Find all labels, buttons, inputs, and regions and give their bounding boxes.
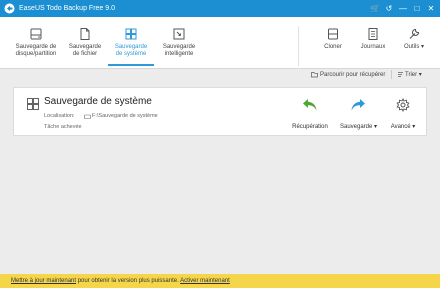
app-title: EaseUS Todo Backup Free 9.0 [19, 5, 115, 12]
notice-text: Mettre à jour maintenant pour obtenir la… [11, 277, 230, 285]
sort-dropdown[interactable]: Trier ▾ [405, 71, 422, 79]
tb-label-line1: Sauvegarde [114, 44, 148, 50]
advanced-button[interactable]: Avancé ▾ [388, 98, 418, 130]
refresh-icon[interactable]: ↺ [384, 3, 394, 14]
clone-label: Cloner [324, 44, 342, 50]
sort-icon [398, 72, 403, 77]
clone-icon [328, 28, 338, 40]
browse-to-recover-link[interactable]: Parcourir pour récupérer [320, 71, 385, 79]
tb-label-line1: Sauvegarde [162, 44, 196, 50]
upgrade-now-link[interactable]: Mettre à jour maintenant [11, 278, 76, 284]
backup-label-text: Sauvegarde [340, 124, 373, 130]
folder-icon [311, 72, 318, 78]
tools-label-text: Outils [403, 44, 420, 50]
tools-button[interactable]: Outils ▾ [397, 20, 431, 66]
upgrade-notice-bar: Mettre à jour maintenant pour obtenir la… [0, 274, 440, 288]
task-sort-bar: Parcourir pour récupérer Trier ▾ [10, 69, 430, 80]
task-title: Sauvegarde de système [44, 96, 152, 107]
tb-label-line1: Sauvegarde de [15, 44, 57, 50]
minimize-button[interactable]: — [398, 3, 408, 14]
maximize-button[interactable]: □ [412, 3, 422, 14]
cart-icon[interactable]: 🛒 [370, 3, 380, 14]
gear-icon [396, 98, 410, 112]
location-value: F:\Sauvegarde de système [92, 113, 158, 119]
logs-icon [368, 28, 378, 40]
recovery-button[interactable]: Récupération [292, 98, 328, 130]
tools-label: Outils ▾ [403, 44, 425, 50]
disk-icon [30, 28, 42, 40]
app-logo-icon [4, 3, 15, 14]
system-backup-button[interactable]: Sauvegarde de système [108, 20, 154, 66]
windows-icon [27, 98, 39, 110]
activate-now-link[interactable]: Activer maintenant [180, 278, 230, 284]
tb-label-line2: de système [115, 51, 147, 57]
backup-button[interactable]: Sauvegarde ▾ [340, 98, 378, 130]
file-backup-button[interactable]: Sauvegarde de fichier [62, 20, 108, 66]
logs-label: Journaux [360, 44, 386, 50]
clone-button[interactable]: Cloner [316, 20, 350, 66]
notice-middle-text: pour obtenir la version plus puissante. [76, 278, 181, 284]
sortbar-divider [391, 70, 392, 79]
sort-label: Trier [405, 72, 418, 78]
location-label: Localisation: [44, 113, 75, 119]
backup-task-card[interactable]: Sauvegarde de système Localisation: F:\S… [13, 87, 427, 136]
file-icon [80, 28, 90, 40]
backup-label: Sauvegarde ▾ [340, 124, 378, 130]
toolbar-divider [298, 26, 299, 66]
tb-label-line1: Sauvegarde [68, 44, 102, 50]
title-bar: EaseUS Todo Backup Free 9.0 🛒 ↺ — □ ✕ [0, 0, 440, 17]
task-status: Tâche achevée [44, 124, 82, 130]
undo-arrow-icon [303, 99, 317, 111]
smart-backup-icon [173, 28, 185, 40]
logs-button[interactable]: Journaux [355, 20, 391, 66]
recovery-label: Récupération [292, 124, 328, 130]
redo-arrow-icon [351, 99, 365, 111]
close-button[interactable]: ✕ [426, 3, 436, 14]
advanced-label-text: Avancé [390, 124, 411, 130]
tb-label-line2: disque/partition [15, 51, 57, 57]
smart-backup-button[interactable]: Sauvegarde intelligente [156, 20, 202, 66]
drive-icon [84, 114, 91, 119]
tools-icon [409, 28, 420, 39]
disk-partition-backup-button[interactable]: Sauvegarde de disque/partition [10, 20, 62, 66]
tb-label-line2: intelligente [164, 51, 194, 57]
tb-label-line2: de fichier [72, 51, 98, 57]
windows-icon [125, 28, 137, 40]
advanced-label: Avancé ▾ [390, 124, 416, 130]
main-toolbar: Sauvegarde de disque/partition Sauvegard… [0, 17, 440, 69]
